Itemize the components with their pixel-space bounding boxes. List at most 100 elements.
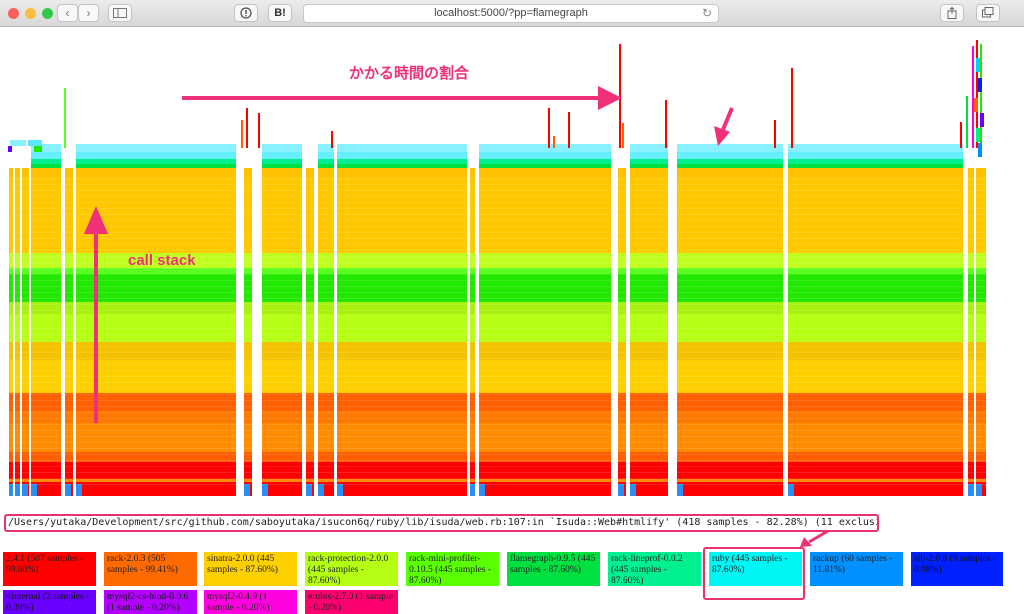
stack-frame[interactable] (9, 484, 13, 496)
stack-frame[interactable] (65, 342, 73, 360)
stack-frame[interactable] (31, 159, 61, 164)
stack-frame[interactable] (65, 484, 71, 496)
stack-frame[interactable] (788, 393, 963, 411)
stack-frame[interactable] (677, 302, 783, 314)
stack-frame[interactable] (306, 253, 314, 268)
stack-frame[interactable] (76, 423, 236, 452)
stack-frame[interactable] (479, 411, 611, 423)
stack-frame[interactable] (22, 423, 29, 452)
stack-frame[interactable] (337, 152, 467, 159)
stack-frame[interactable] (22, 342, 29, 360)
stack-frame[interactable] (31, 268, 61, 274)
stack-frame[interactable] (318, 479, 334, 482)
stack-frame[interactable] (31, 462, 61, 479)
stack-frame[interactable] (968, 253, 974, 268)
stack-frame[interactable] (34, 146, 42, 152)
stack-frame[interactable] (470, 268, 475, 274)
minimize-window-button[interactable] (25, 8, 36, 19)
stack-spike[interactable] (980, 113, 984, 127)
stack-frame[interactable] (677, 484, 683, 496)
stack-frame[interactable] (306, 342, 314, 360)
stack-frame[interactable] (15, 423, 20, 452)
stack-frame[interactable] (470, 168, 475, 178)
stack-frame[interactable] (479, 164, 611, 168)
stack-frame[interactable] (76, 302, 236, 314)
stack-frame[interactable] (262, 168, 302, 178)
stack-frame[interactable] (479, 302, 611, 314)
stack-frame[interactable] (479, 168, 611, 178)
stack-frame[interactable] (65, 462, 73, 479)
stack-frame[interactable] (318, 302, 334, 314)
stack-frame[interactable] (306, 268, 314, 274)
legend-item[interactable]: rack-mini-profiler-0.10.5 (445 samples -… (406, 552, 499, 586)
stack-frame[interactable] (968, 423, 974, 452)
stack-spike[interactable] (972, 46, 974, 148)
stack-frame[interactable] (470, 178, 475, 253)
stack-frame[interactable] (28, 140, 42, 146)
stack-frame[interactable] (76, 479, 236, 482)
stack-frame[interactable] (18, 140, 26, 146)
stack-frame[interactable] (976, 479, 986, 482)
stack-frame[interactable] (976, 302, 986, 314)
stack-frame[interactable] (677, 274, 783, 302)
stack-frame[interactable] (470, 342, 475, 360)
tabs-icon[interactable] (976, 4, 1000, 22)
stack-frame[interactable] (788, 484, 794, 496)
stack-spike[interactable] (665, 100, 667, 148)
legend-item[interactable]: slb-2.0.8 (5 samples - 0.98%) (911, 552, 1003, 586)
stack-frame[interactable] (968, 268, 974, 274)
stack-frame[interactable] (244, 302, 252, 314)
stack-frame[interactable] (677, 462, 783, 479)
stack-frame[interactable] (262, 393, 302, 411)
stack-frame[interactable] (630, 411, 668, 423)
stack-frame[interactable] (337, 302, 467, 314)
stack-frame[interactable] (22, 302, 29, 314)
stack-frame[interactable] (262, 423, 302, 452)
stack-frame[interactable] (262, 164, 302, 168)
stack-frame[interactable] (677, 159, 783, 164)
stack-frame[interactable] (976, 342, 986, 360)
stack-frame[interactable] (618, 274, 626, 302)
stack-frame[interactable] (677, 423, 783, 452)
stack-frame[interactable] (677, 342, 783, 360)
close-window-button[interactable] (8, 8, 19, 19)
stack-frame[interactable] (618, 479, 626, 482)
stack-frame[interactable] (262, 342, 302, 360)
stack-frame[interactable] (22, 484, 28, 496)
stack-spike[interactable] (619, 44, 621, 148)
stack-frame[interactable] (618, 168, 626, 178)
stack-frame[interactable] (15, 393, 20, 411)
stack-frame[interactable] (306, 479, 314, 482)
stack-frame[interactable] (337, 253, 467, 268)
stack-frame[interactable] (788, 411, 963, 423)
stack-frame[interactable] (262, 479, 302, 482)
stack-frame[interactable] (76, 484, 82, 496)
privacy-icon[interactable] (234, 4, 258, 22)
stack-frame[interactable] (65, 178, 73, 253)
stack-frame[interactable] (262, 274, 302, 302)
stack-frame[interactable] (968, 484, 974, 496)
stack-frame[interactable] (31, 178, 61, 253)
stack-frame[interactable] (22, 268, 29, 274)
stack-frame[interactable] (479, 159, 611, 164)
stack-frame[interactable] (15, 302, 20, 314)
legend-item[interactable]: flamegraph-0.9.5 (445 samples - 87.60%) (507, 552, 600, 586)
stack-frame[interactable] (479, 479, 611, 482)
stack-frame[interactable] (15, 253, 20, 268)
stack-frame[interactable] (479, 342, 611, 360)
stack-frame[interactable] (976, 253, 986, 268)
stack-frame[interactable] (244, 168, 252, 178)
stack-frame[interactable] (630, 462, 668, 479)
stack-frame[interactable] (677, 253, 783, 268)
stack-frame[interactable] (630, 144, 668, 152)
stack-frame[interactable] (15, 268, 20, 274)
stack-frame[interactable] (244, 342, 252, 360)
stack-frame[interactable] (244, 274, 252, 302)
stack-spike[interactable] (246, 108, 248, 148)
legend-item[interactable]: mysql2-0.4.9 (1 sample - 0.20%) (204, 590, 297, 614)
stack-frame[interactable] (470, 484, 475, 496)
stack-frame[interactable] (337, 274, 467, 302)
hatena-bookmark-icon[interactable]: B! (268, 4, 292, 22)
stack-frame[interactable] (31, 253, 61, 268)
stack-frame[interactable] (15, 274, 20, 302)
